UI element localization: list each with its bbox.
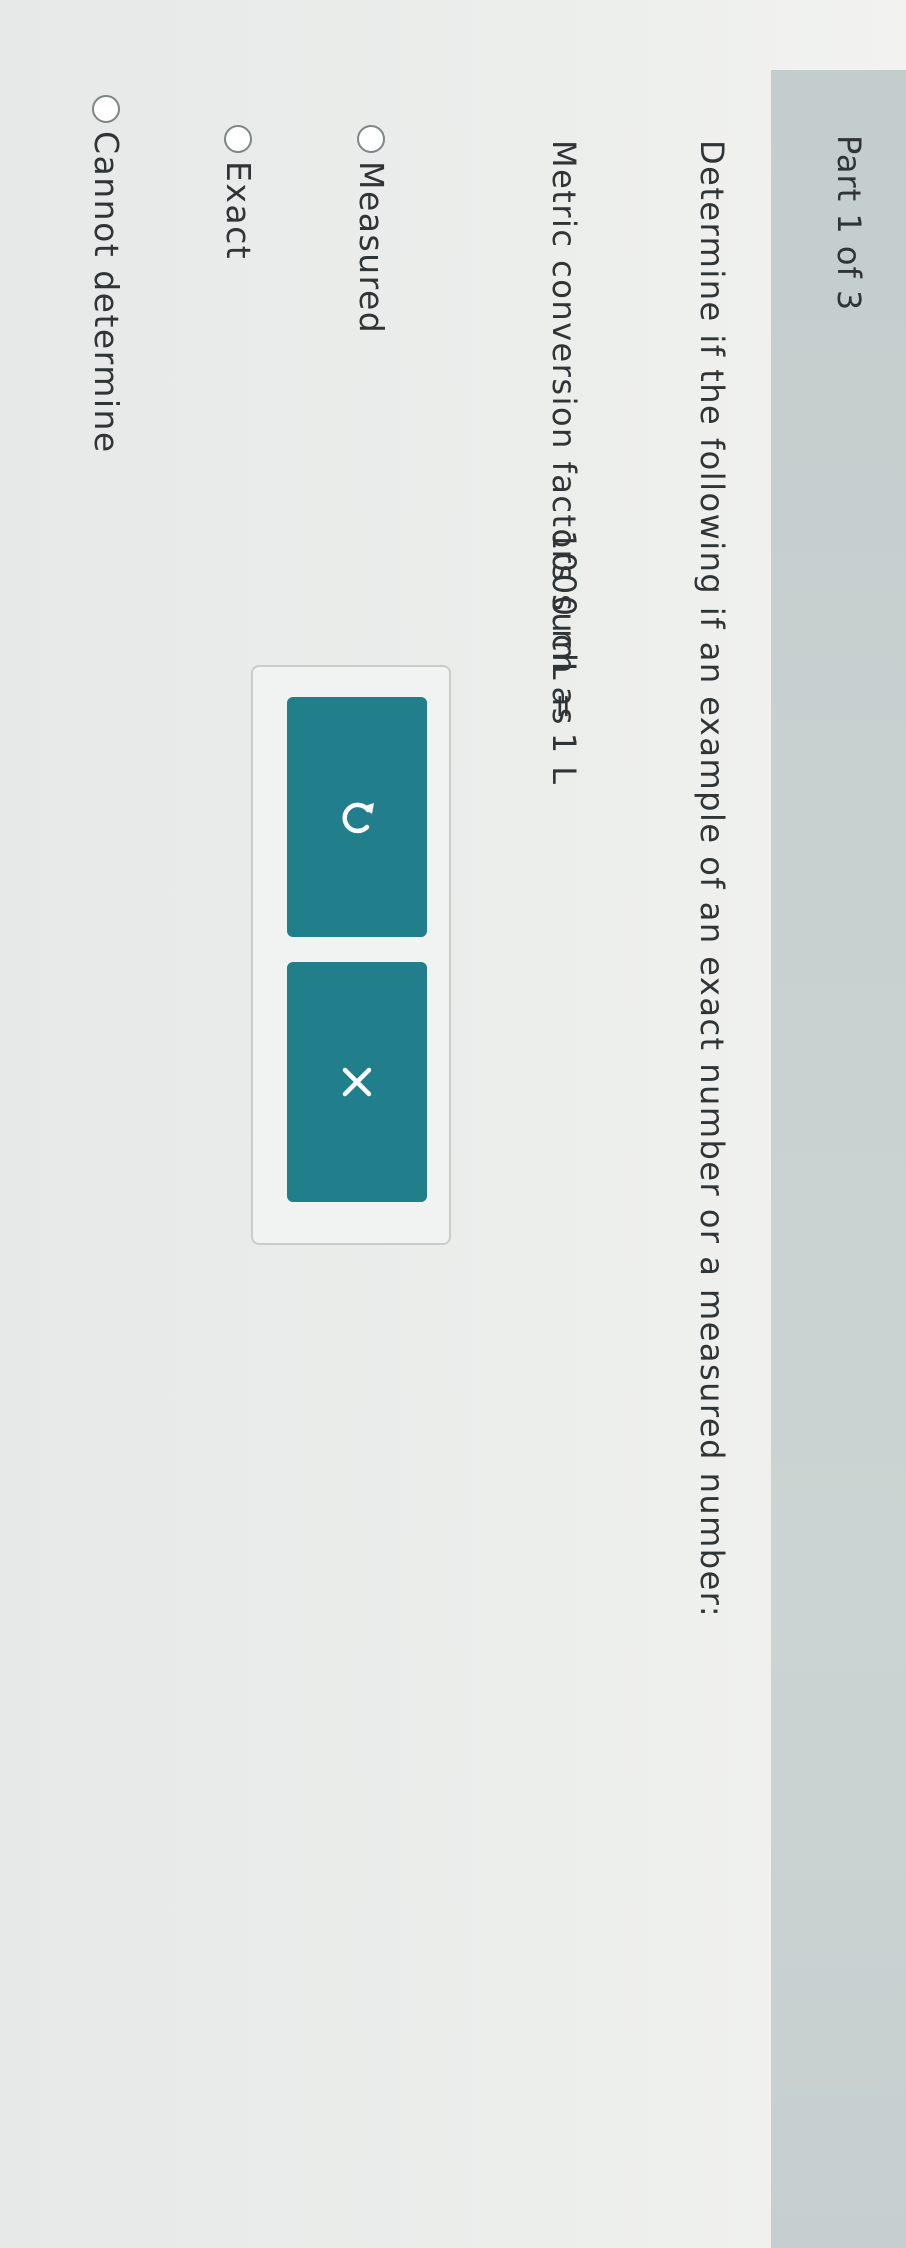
part-label: Part 1 of 3 bbox=[830, 135, 868, 312]
undo-icon bbox=[342, 802, 374, 834]
radio-measured[interactable] bbox=[357, 125, 386, 153]
radio-exact[interactable] bbox=[224, 125, 253, 153]
option-cannot-determine[interactable]: Cannot determine bbox=[87, 95, 126, 454]
radio-cannot-determine[interactable] bbox=[92, 95, 121, 123]
clear-button[interactable] bbox=[287, 962, 427, 1202]
action-panel bbox=[251, 665, 451, 1245]
close-icon bbox=[342, 1067, 372, 1097]
part-header: Part 1 of 3 bbox=[771, 70, 906, 2248]
question-instruction: Determine if the following if an example… bbox=[693, 140, 731, 1619]
option-measured[interactable]: Measured bbox=[352, 125, 391, 334]
option-exact[interactable]: Exact bbox=[219, 125, 258, 260]
undo-button[interactable] bbox=[287, 697, 427, 937]
option-cannot-determine-label: Cannot determine bbox=[87, 131, 126, 454]
option-exact-label: Exact bbox=[219, 161, 258, 261]
question-equation: 1000 mL = 1 L bbox=[545, 530, 583, 786]
question-screen: Part 1 of 3 Determine if the following i… bbox=[0, 0, 906, 2248]
option-measured-label: Measured bbox=[352, 161, 391, 335]
